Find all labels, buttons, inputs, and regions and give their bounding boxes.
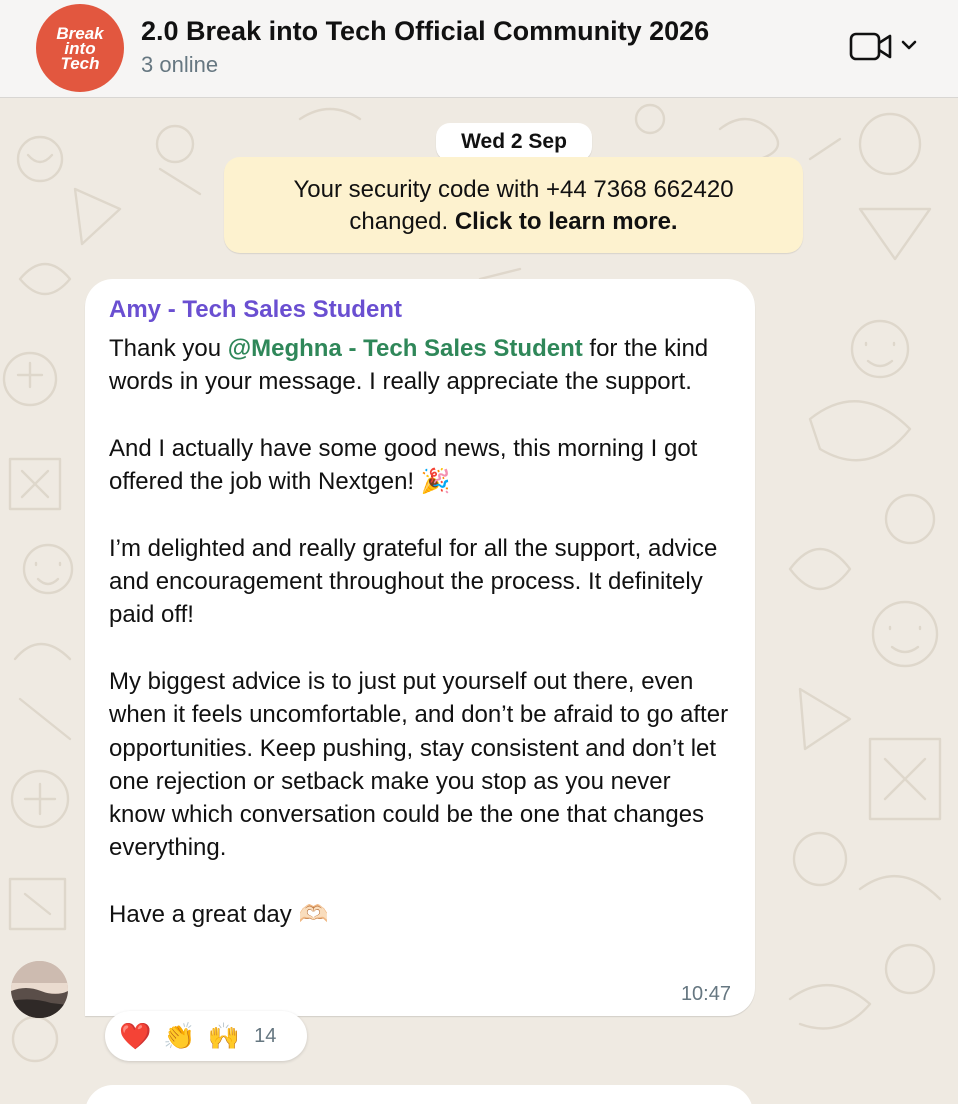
message-bubble[interactable]: Amy - Tech Sales Student Thank you @Megh… (85, 279, 755, 1016)
date-separator: Wed 2 Sep (436, 123, 592, 161)
logo-line-3: Tech (60, 53, 100, 73)
security-code-notice[interactable]: Your security code with +44 7368 662420 … (224, 157, 803, 253)
message-paragraph-2: And I actually have some good news, this… (109, 434, 698, 496)
heart-reaction-icon: ❤️ (119, 1021, 152, 1051)
chevron-down-icon (901, 40, 917, 50)
video-camera-icon (849, 32, 892, 61)
learn-more-link[interactable]: Click to learn more. (455, 208, 678, 235)
message-paragraph-1: Thank you @Meghna - Tech Sales Student f… (109, 332, 731, 399)
online-status: 3 online (141, 52, 219, 77)
message-timestamp: 10:47 (680, 983, 731, 1005)
message-paragraph-3: I’m delighted and really grateful for al… (109, 534, 718, 629)
group-avatar-logo[interactable]: Break into Tech (36, 4, 124, 92)
message-sender[interactable]: Amy - Tech Sales Student (109, 293, 731, 327)
group-title[interactable]: 2.0 Break into Tech Official Community 2… (141, 16, 709, 47)
chat-header: Break into Tech 2.0 Break into Tech Offi… (0, 0, 958, 98)
message-thanks-prefix: Thank you (109, 335, 228, 362)
raised-hands-reaction-icon: 🙌 (207, 1021, 241, 1051)
chat-area[interactable]: Wed 2 Sep Your security code with +44 73… (0, 99, 958, 1104)
next-message-bubble[interactable] (85, 1085, 753, 1104)
reactions-summary[interactable]: ❤️ 👏 🙌 14 (105, 1011, 307, 1061)
message-paragraph-4: My biggest advice is to just put yoursel… (109, 667, 729, 862)
clapping-reaction-icon: 👏 (163, 1021, 196, 1051)
message-body: Thank you @Meghna - Tech Sales Student f… (109, 332, 731, 931)
video-call-button[interactable] (848, 30, 922, 64)
sunset-photo-icon (11, 961, 68, 1018)
mention-link[interactable]: @Meghna - Tech Sales Student (228, 335, 583, 362)
message-paragraph-5: Have a great day 🫶🏻 (109, 901, 329, 929)
sender-avatar[interactable] (11, 961, 68, 1018)
reaction-count: 14 (254, 1024, 277, 1047)
